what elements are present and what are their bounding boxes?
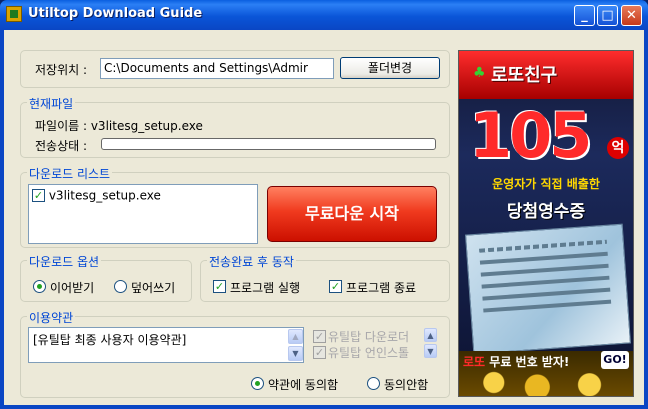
app-icon (6, 6, 22, 22)
resume-radio[interactable] (33, 280, 46, 293)
terms-program-list: ✓ 유틸탑 다운로더 ✓ 유틸탑 언인스톨 ▲ ▼ (311, 327, 441, 363)
save-path-field[interactable]: C:\Documents and Settings\Admir (100, 58, 334, 79)
ad-amount: 105 (469, 99, 592, 172)
disagree-radio[interactable] (367, 377, 380, 390)
clover-icon: ♣ (473, 65, 486, 81)
exit-program-checkbox[interactable]: ✓ (329, 280, 342, 293)
chevron-up-icon: ▲ (427, 331, 434, 340)
program-list-scroll-down[interactable]: ▼ (424, 344, 437, 358)
ad-amount-unit: 억 (607, 137, 629, 159)
uninstall-label: 유틸탑 언인스톨 (328, 346, 410, 360)
save-location-label: 저장위치 : (35, 63, 88, 77)
ad-subtitle: 운영자가 직접 배출한 (492, 177, 600, 191)
terms-textbox[interactable]: [유틸탑 최종 사용자 이용약관] ▲ ▼ (28, 327, 304, 363)
chevron-down-icon: ▼ (427, 347, 434, 356)
ad-cta-white: 무료 번호 받자! (489, 355, 570, 369)
transfer-progress-bar (101, 138, 436, 150)
filename-label: 파일이름 : v3litesg_setup.exe (35, 119, 203, 133)
close-icon: ✕ (626, 8, 637, 23)
transfer-status-label: 전송상태 : (35, 139, 88, 153)
minimize-button[interactable]: _ (574, 5, 595, 26)
download-options-group: 다운로드 옵션 이어받기 덮어쓰기 (20, 253, 192, 302)
disagree-label[interactable]: 동의안함 (384, 376, 428, 393)
resume-label[interactable]: 이어받기 (50, 279, 94, 296)
lottery-receipt-image (465, 223, 631, 355)
current-file-group: 현재파일 파일이름 : v3litesg_setup.exe 전송상태 : (20, 95, 450, 158)
ad-go-button[interactable]: GO! (601, 351, 629, 369)
ad-header: ♣ 로또친구 (459, 51, 633, 99)
after-transfer-legend: 전송완료 후 동작 (207, 253, 296, 270)
app-window: Utiltop Download Guide _ □ ✕ 저장위치 : C:\D… (0, 0, 648, 409)
download-list-legend: 다운로드 리스트 (27, 165, 113, 182)
ad-brand: 로또친구 (491, 65, 558, 86)
chevron-up-icon: ▲ (292, 332, 299, 341)
overwrite-radio[interactable] (114, 280, 127, 293)
run-program-checkbox[interactable]: ✓ (213, 280, 226, 293)
title-bar[interactable]: Utiltop Download Guide _ □ ✕ (0, 0, 648, 30)
ad-headline: 당첨영수증 (506, 202, 586, 222)
program-list-scroll-up[interactable]: ▲ (424, 328, 437, 342)
overwrite-label[interactable]: 덮어쓰기 (131, 279, 175, 296)
current-file-legend: 현재파일 (27, 95, 76, 112)
list-item-checkbox[interactable]: ✓ (32, 189, 45, 202)
close-button[interactable]: ✕ (621, 5, 642, 26)
save-location-group: 저장위치 : C:\Documents and Settings\Admir 폴… (20, 50, 450, 88)
uninstall-checkbox: ✓ (313, 346, 326, 359)
maximize-button[interactable]: □ (597, 5, 618, 26)
ad-cta: 로또 무료 번호 받자! (463, 353, 569, 370)
download-options-legend: 다운로드 옵션 (27, 253, 102, 270)
download-list-group: 다운로드 리스트 ✓ v3litesg_setup.exe 무료다운 시작 (20, 165, 450, 248)
agree-radio[interactable] (251, 377, 264, 390)
maximize-icon: □ (601, 8, 614, 23)
after-transfer-group: 전송완료 후 동작 ✓ 프로그램 실행 ✓ 프로그램 종료 (200, 253, 450, 302)
download-listbox[interactable]: ✓ v3litesg_setup.exe (28, 184, 258, 244)
advertisement-banner[interactable]: ♣ 로또친구 105 억 운영자가 직접 배출한 당첨영수증 로또 무료 번호 … (458, 50, 634, 397)
agree-label[interactable]: 약관에 동의함 (268, 376, 338, 393)
terms-legend: 이용약관 (27, 309, 76, 326)
downloader-checkbox: ✓ (313, 330, 326, 343)
terms-scroll-down[interactable]: ▼ (288, 346, 303, 361)
change-folder-button[interactable]: 폴더변경 (340, 57, 440, 79)
terms-text: [유틸탑 최종 사용자 이용약관] (33, 333, 187, 347)
minimize-icon: _ (581, 8, 588, 23)
terms-scroll-up[interactable]: ▲ (288, 329, 303, 344)
list-item-label: v3litesg_setup.exe (48, 188, 161, 203)
terms-group: 이용약관 [유틸탑 최종 사용자 이용약관] ▲ ▼ ✓ 유틸탑 다운로더 ✓ … (20, 309, 450, 398)
ad-cta-red: 로또 (463, 355, 486, 369)
list-item[interactable]: ✓ v3litesg_setup.exe (32, 188, 161, 203)
free-download-start-button[interactable]: 무료다운 시작 (267, 186, 437, 242)
run-program-label[interactable]: 프로그램 실행 (230, 279, 300, 296)
exit-program-label[interactable]: 프로그램 종료 (346, 279, 416, 296)
window-title: Utiltop Download Guide (28, 6, 203, 21)
downloader-label: 유틸탑 다운로더 (328, 330, 410, 344)
chevron-down-icon: ▼ (292, 349, 299, 358)
